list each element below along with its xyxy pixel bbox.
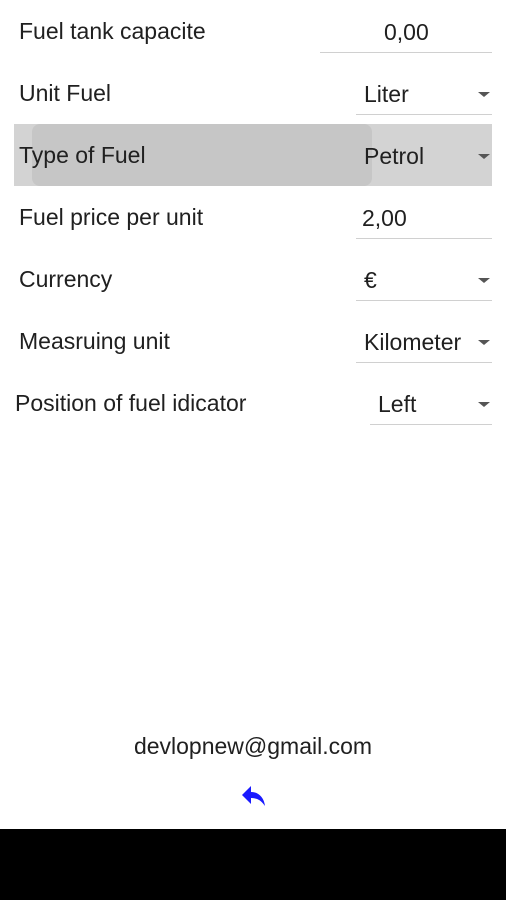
measuring-unit-label: Measruing unit: [19, 328, 170, 354]
currency-value: €: [364, 267, 377, 293]
fuel-price-value: 2,00: [362, 205, 407, 231]
setting-row-fuel-indicator-position: Position of fuel idicator Left: [14, 372, 492, 434]
setting-row-type-of-fuel: Type of Fuel Petrol: [14, 124, 492, 186]
chevron-down-icon: [478, 92, 490, 97]
chevron-down-icon: [478, 278, 490, 283]
fuel-indicator-position-label: Position of fuel idicator: [15, 390, 247, 416]
currency-dropdown[interactable]: €: [356, 256, 492, 301]
fuel-price-input[interactable]: 2,00: [356, 194, 492, 239]
system-navigation-bar: [0, 829, 506, 900]
unit-fuel-value: Liter: [364, 81, 409, 107]
type-of-fuel-value: Petrol: [364, 143, 425, 169]
fuel-tank-capacite-value: 0,00: [384, 19, 429, 45]
measuring-unit-value: Kilometer: [364, 329, 462, 355]
chevron-down-icon: [478, 402, 490, 407]
back-button[interactable]: [238, 780, 270, 812]
fuel-indicator-position-dropdown[interactable]: Left: [370, 380, 492, 425]
fuel-indicator-position-value: Left: [378, 391, 417, 417]
measuring-unit-dropdown[interactable]: Kilometer: [356, 318, 492, 363]
unit-fuel-label: Unit Fuel: [19, 80, 112, 106]
setting-row-fuel-price: Fuel price per unit 2,00: [14, 186, 492, 248]
fuel-tank-capacite-input[interactable]: 0,00: [320, 8, 492, 53]
setting-row-fuel-tank-capacite: Fuel tank capacite 0,00: [14, 0, 492, 62]
chevron-down-icon: [478, 154, 490, 159]
type-of-fuel-label: Type of Fuel: [19, 142, 146, 168]
type-of-fuel-dropdown[interactable]: Petrol: [356, 132, 492, 177]
reply-arrow-icon: [242, 786, 265, 806]
unit-fuel-dropdown[interactable]: Liter: [356, 70, 492, 115]
setting-row-measuring-unit: Measruing unit Kilometer: [14, 310, 492, 372]
fuel-price-label: Fuel price per unit: [19, 204, 204, 230]
currency-label: Currency: [19, 266, 113, 292]
setting-row-unit-fuel: Unit Fuel Liter: [14, 62, 492, 124]
setting-row-currency: Currency €: [14, 248, 492, 310]
contact-email: devlopnew@gmail.com: [133, 733, 373, 759]
chevron-down-icon: [478, 340, 490, 345]
fuel-tank-capacite-label: Fuel tank capacite: [19, 18, 206, 44]
